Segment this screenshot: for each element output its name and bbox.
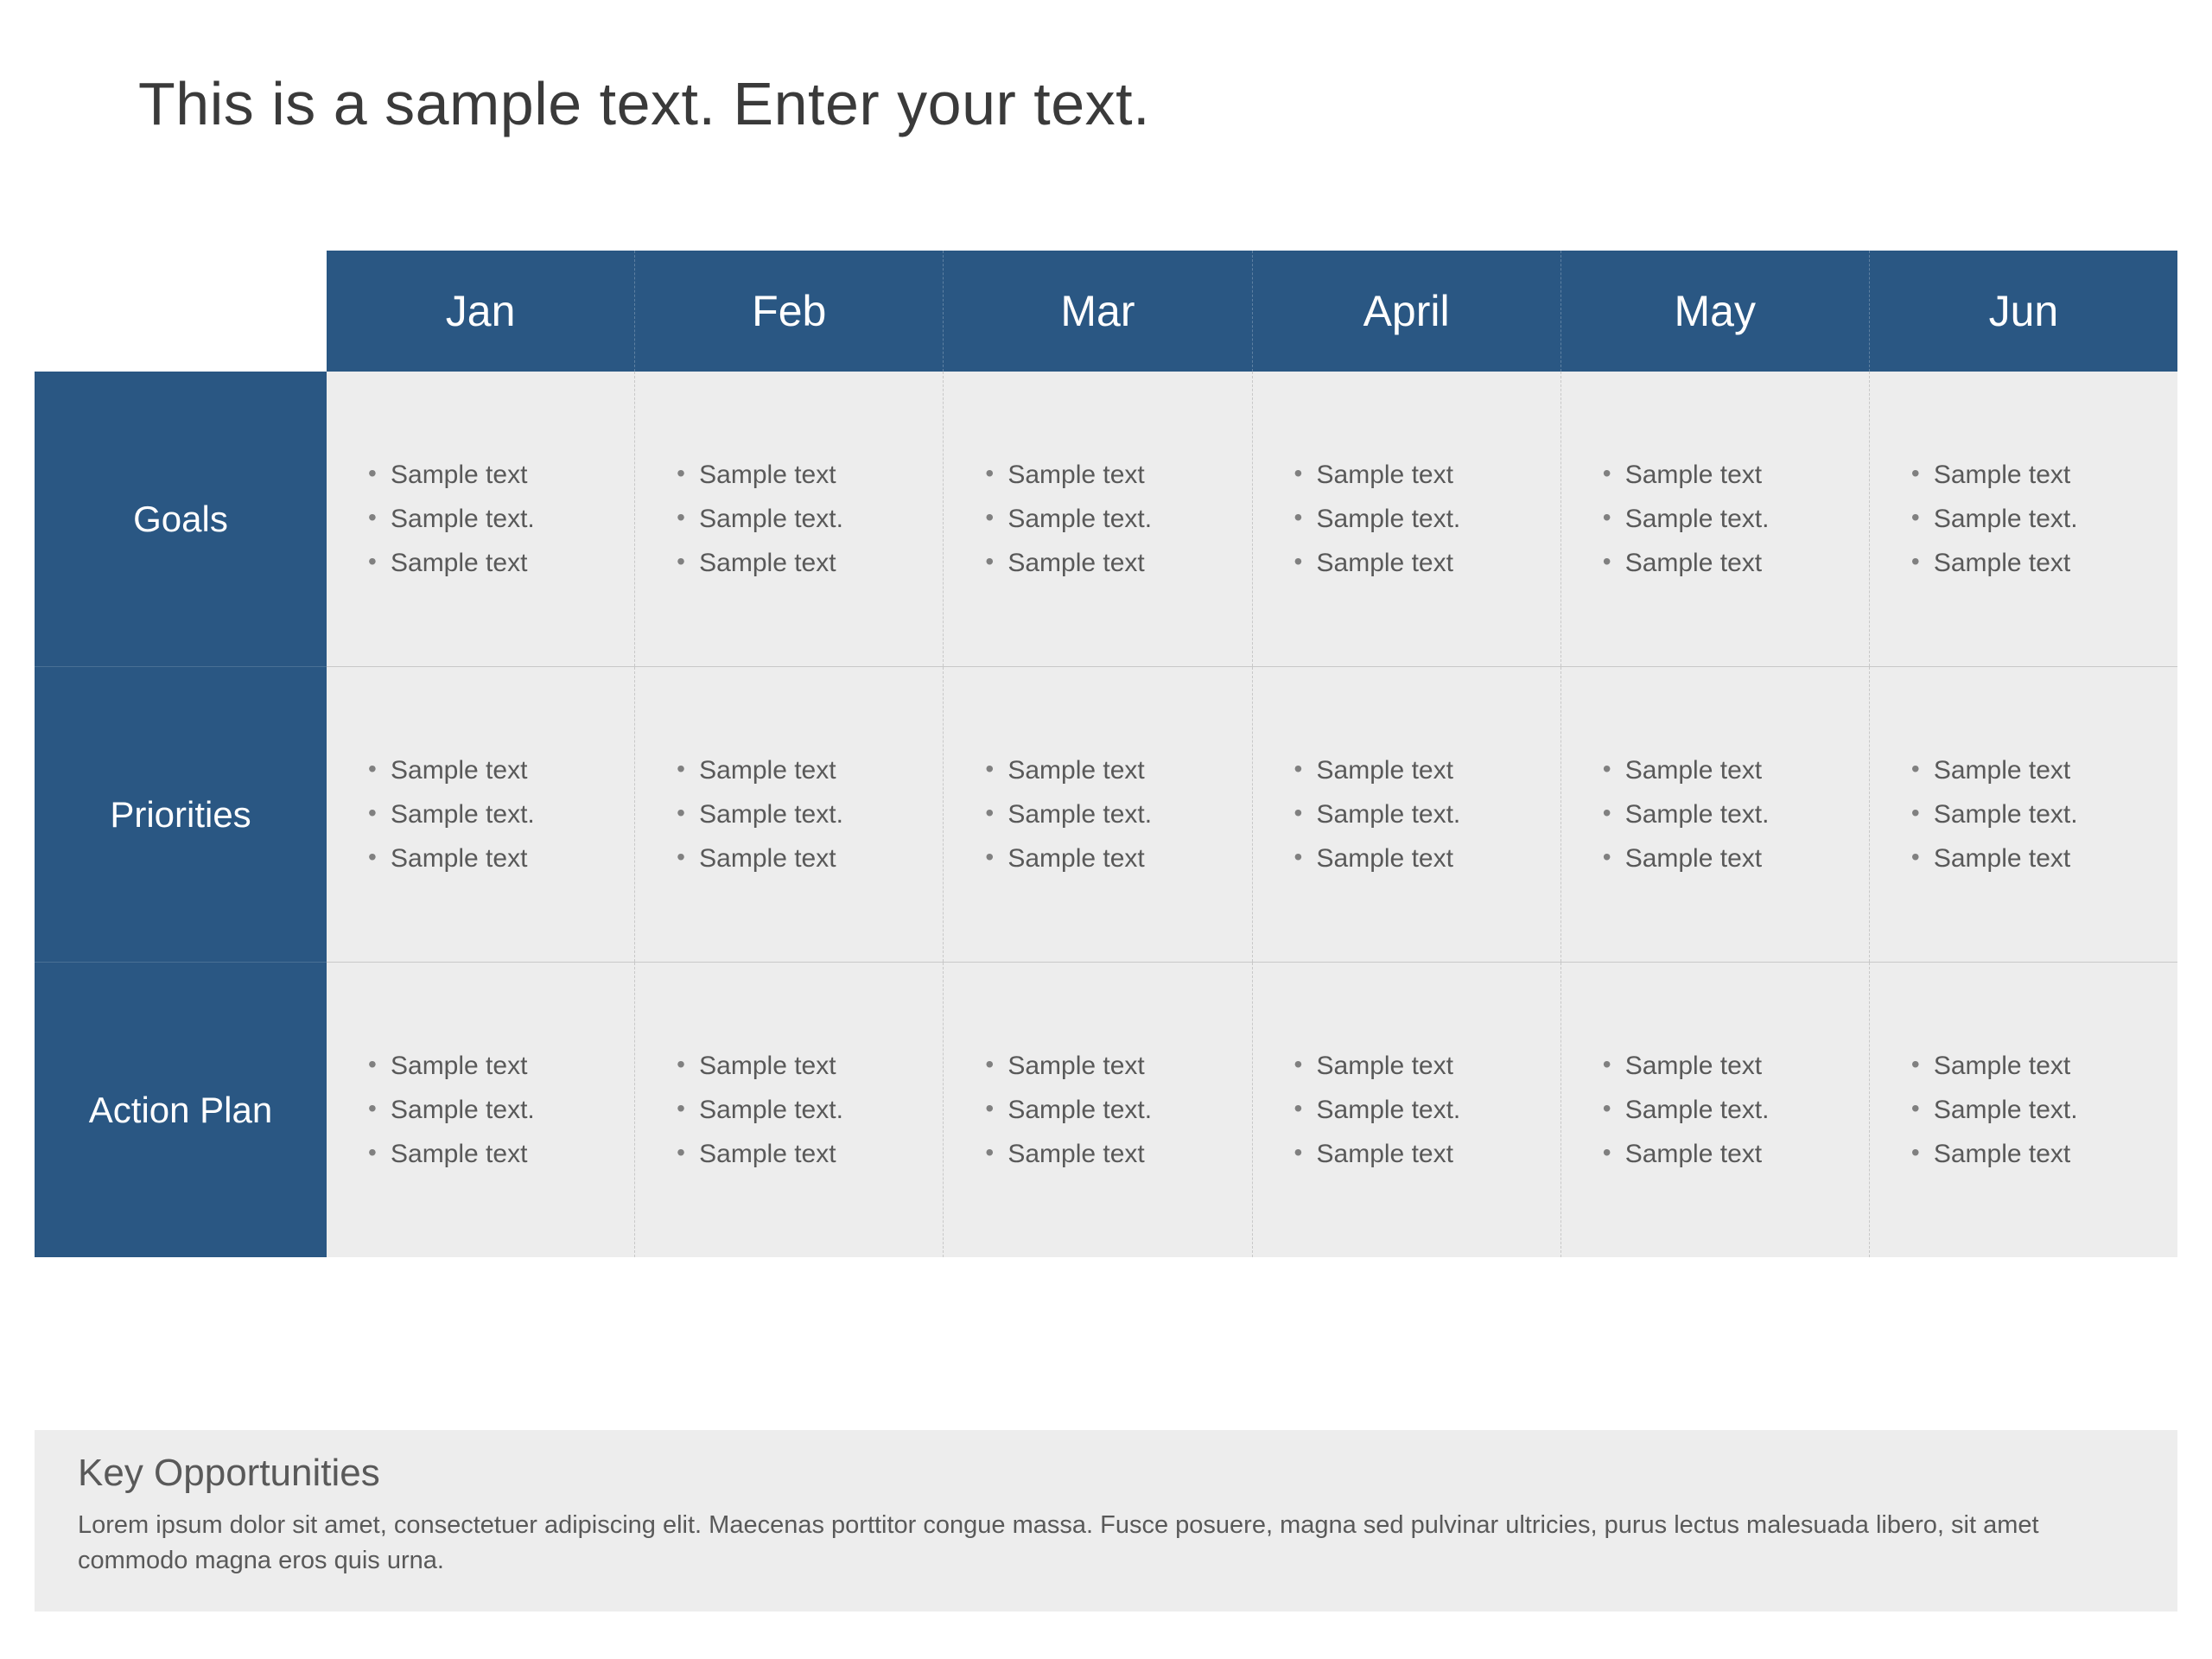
cell-action-plan-mar: Sample text Sample text. Sample text: [944, 963, 1252, 1257]
row-label-goals: Goals: [35, 372, 327, 667]
bullet-item: Sample text: [1904, 836, 2160, 880]
cell-goals-jun: Sample text Sample text. Sample text: [1870, 372, 2177, 666]
bullet-item: Sample text: [1287, 541, 1543, 585]
slide-title: This is a sample text. Enter your text.: [35, 69, 2177, 138]
bullet-item: Sample text: [670, 836, 925, 880]
month-mar: Mar: [944, 251, 1252, 372]
cell-priorities-jun: Sample text Sample text. Sample text: [1870, 667, 2177, 962]
bullet-item: Sample text.: [670, 497, 925, 541]
bullet-item: Sample text: [361, 541, 617, 585]
bullet-item: Sample text.: [361, 792, 617, 836]
bullet-item: Sample text.: [1904, 497, 2160, 541]
bullet-item: Sample text: [361, 1044, 617, 1088]
bullet-item: Sample text.: [1596, 792, 1852, 836]
bullet-item: Sample text: [978, 748, 1234, 792]
row-labels-column: Goals Priorities Action Plan: [35, 372, 327, 1257]
month-may: May: [1561, 251, 1870, 372]
bullet-item: Sample text: [670, 1044, 925, 1088]
cells-row-priorities: Sample text Sample text. Sample text Sam…: [327, 667, 2177, 963]
bullet-item: Sample text: [1596, 836, 1852, 880]
bullet-item: Sample text.: [670, 1088, 925, 1132]
bullet-item: Sample text.: [1287, 497, 1543, 541]
cell-action-plan-jan: Sample text Sample text. Sample text: [327, 963, 635, 1257]
bullet-item: Sample text: [670, 453, 925, 497]
bullet-item: Sample text: [361, 453, 617, 497]
bullet-item: Sample text: [361, 1132, 617, 1176]
bullet-item: Sample text.: [978, 792, 1234, 836]
key-opportunities-body: Lorem ipsum dolor sit amet, consectetuer…: [78, 1508, 2134, 1578]
key-opportunities-block: Key Opportunities Lorem ipsum dolor sit …: [35, 1430, 2177, 1611]
bullet-item: Sample text.: [978, 497, 1234, 541]
cell-action-plan-may: Sample text Sample text. Sample text: [1561, 963, 1870, 1257]
cell-priorities-feb: Sample text Sample text. Sample text: [635, 667, 944, 962]
bullet-item: Sample text: [1287, 1044, 1543, 1088]
month-april: April: [1253, 251, 1561, 372]
bullet-item: Sample text: [978, 541, 1234, 585]
bullet-item: Sample text: [1904, 1044, 2160, 1088]
cells-grid: Sample text Sample text. Sample text Sam…: [327, 372, 2177, 1257]
bullet-item: Sample text: [1596, 541, 1852, 585]
bullet-item: Sample text.: [1904, 1088, 2160, 1132]
bullet-item: Sample text: [1287, 748, 1543, 792]
row-label-action-plan: Action Plan: [35, 963, 327, 1257]
month-header-row: Jan Feb Mar April May Jun: [327, 251, 2177, 372]
month-feb: Feb: [635, 251, 944, 372]
bullet-item: Sample text: [361, 836, 617, 880]
row-label-priorities: Priorities: [35, 667, 327, 963]
bullet-item: Sample text: [978, 836, 1234, 880]
bullet-item: Sample text: [1596, 1044, 1852, 1088]
month-jun: Jun: [1870, 251, 2177, 372]
bullet-item: Sample text: [1904, 453, 2160, 497]
bullet-item: Sample text: [1287, 836, 1543, 880]
cell-goals-jan: Sample text Sample text. Sample text: [327, 372, 635, 666]
bullet-item: Sample text: [670, 541, 925, 585]
bullet-item: Sample text: [978, 1132, 1234, 1176]
bullet-item: Sample text: [1596, 1132, 1852, 1176]
cell-goals-april: Sample text Sample text. Sample text: [1253, 372, 1561, 666]
bullet-item: Sample text: [978, 1044, 1234, 1088]
bullet-item: Sample text: [978, 453, 1234, 497]
bullet-item: Sample text.: [978, 1088, 1234, 1132]
cell-action-plan-feb: Sample text Sample text. Sample text: [635, 963, 944, 1257]
bullet-item: Sample text.: [1596, 497, 1852, 541]
bullet-item: Sample text.: [1287, 792, 1543, 836]
cell-priorities-may: Sample text Sample text. Sample text: [1561, 667, 1870, 962]
cells-row-goals: Sample text Sample text. Sample text Sam…: [327, 372, 2177, 667]
bullet-item: Sample text.: [361, 497, 617, 541]
bullet-item: Sample text: [361, 748, 617, 792]
bullet-item: Sample text.: [1596, 1088, 1852, 1132]
bullet-item: Sample text: [1904, 1132, 2160, 1176]
month-jan: Jan: [327, 251, 635, 372]
bullet-item: Sample text.: [361, 1088, 617, 1132]
bullet-item: Sample text.: [1287, 1088, 1543, 1132]
bullet-item: Sample text: [1596, 748, 1852, 792]
bullet-item: Sample text.: [670, 792, 925, 836]
bullet-item: Sample text: [670, 748, 925, 792]
cells-row-action-plan: Sample text Sample text. Sample text Sam…: [327, 963, 2177, 1257]
cell-priorities-mar: Sample text Sample text. Sample text: [944, 667, 1252, 962]
cell-action-plan-jun: Sample text Sample text. Sample text: [1870, 963, 2177, 1257]
bullet-item: Sample text: [1904, 541, 2160, 585]
cell-goals-mar: Sample text Sample text. Sample text: [944, 372, 1252, 666]
cell-goals-may: Sample text Sample text. Sample text: [1561, 372, 1870, 666]
key-opportunities-title: Key Opportunities: [78, 1452, 2134, 1495]
bullet-item: Sample text: [1596, 453, 1852, 497]
cell-goals-feb: Sample text Sample text. Sample text: [635, 372, 944, 666]
bullet-item: Sample text.: [1904, 792, 2160, 836]
planning-table: Jan Feb Mar April May Jun Goals Prioriti…: [35, 251, 2177, 1257]
bullet-item: Sample text: [670, 1132, 925, 1176]
cell-priorities-april: Sample text Sample text. Sample text: [1253, 667, 1561, 962]
cell-action-plan-april: Sample text Sample text. Sample text: [1253, 963, 1561, 1257]
bullet-item: Sample text: [1904, 748, 2160, 792]
cell-priorities-jan: Sample text Sample text. Sample text: [327, 667, 635, 962]
bullet-item: Sample text: [1287, 1132, 1543, 1176]
bullet-item: Sample text: [1287, 453, 1543, 497]
